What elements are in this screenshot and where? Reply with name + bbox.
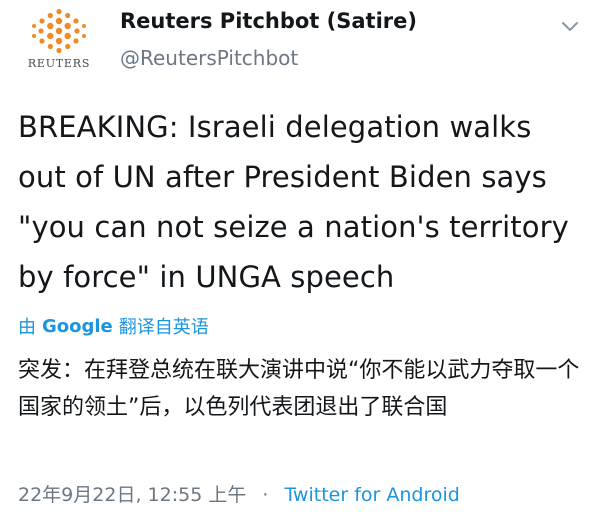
chevron-down-icon[interactable]: [558, 14, 582, 38]
google-translate-label: Google: [42, 315, 113, 337]
separator: ·: [262, 484, 269, 506]
display-name[interactable]: Reuters Pitchbot (Satire): [120, 9, 417, 33]
translated-text: 突发：在拜登总统在联大演讲中说“你不能以武力夺取一个国家的领土”后，以色列代表团…: [18, 358, 580, 420]
avatar[interactable]: REUTERS: [18, 8, 100, 76]
timestamp[interactable]: 22年9月22日, 12:55 上午: [18, 484, 246, 506]
translate-link[interactable]: 由 Google 翻译自英语: [18, 313, 215, 339]
translate-action-label: 翻译自英语: [118, 317, 209, 338]
tweet-card: REUTERS Reuters Pitchbot (Satire) @Reute…: [0, 0, 600, 520]
tweet-meta: 22年9月22日, 12:55 上午 · Twitter for Android: [18, 480, 460, 507]
translate-by-label: 由: [18, 317, 36, 338]
tweet-text: BREAKING: Israeli delegation walks out o…: [18, 110, 569, 294]
user-handle[interactable]: @ReutersPitchbot: [120, 46, 298, 70]
tweet-source-link[interactable]: Twitter for Android: [284, 484, 459, 506]
avatar-label: REUTERS: [27, 57, 91, 70]
reuters-logo-icon: [32, 8, 86, 54]
